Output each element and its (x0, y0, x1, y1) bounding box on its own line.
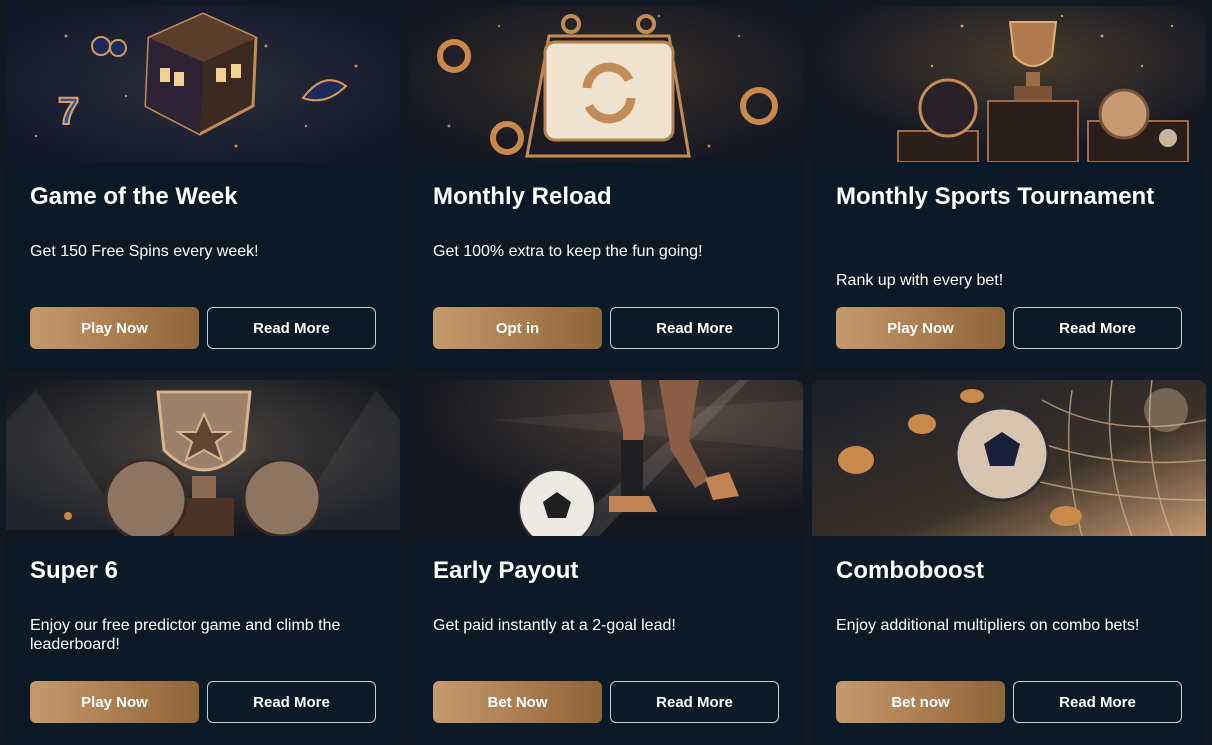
ball-net-coins-icon (812, 380, 1206, 536)
promo-card-comboboost: Comboboost Enjoy additional multipliers … (812, 380, 1206, 745)
card-title: Super 6 (30, 557, 119, 584)
read-more-button[interactable]: Read More (207, 307, 376, 349)
promo-card-monthly-sports-tournament: Monthly Sports Tournament Rank up with e… (812, 6, 1206, 371)
promo-card-early-payout: Early Payout Get paid instantly at a 2-g… (409, 380, 803, 745)
read-more-button[interactable]: Read More (610, 307, 779, 349)
play-now-button[interactable]: Play Now (836, 307, 1005, 349)
card-description: Get 100% extra to keep the fun going! (433, 243, 703, 260)
calendar-reload-icon (409, 6, 803, 162)
trophy-balls-icon (6, 380, 400, 536)
read-more-button[interactable]: Read More (610, 681, 779, 723)
card-description: Enjoy our free predictor game and climb … (30, 617, 341, 653)
card-title: Early Payout (433, 557, 579, 584)
svg-text:7: 7 (58, 91, 79, 133)
play-now-button[interactable]: Play Now (30, 307, 199, 349)
promo-card-game-of-the-week: 7 Game of the Week Get 150 Free Spins ev… (6, 6, 400, 371)
trophy-podium-icon (812, 6, 1206, 162)
card-description: Get 150 Free Spins every week! (30, 243, 259, 260)
football-kick-icon (409, 380, 803, 536)
bet-now-button[interactable]: Bet now (836, 681, 1005, 723)
promo-card-monthly-reload: Monthly Reload Get 100% extra to keep th… (409, 6, 803, 371)
promotions-grid: 7 Game of the Week Get 150 Free Spins ev… (0, 0, 1212, 745)
bet-now-button[interactable]: Bet Now (433, 681, 602, 723)
play-now-button[interactable]: Play Now (30, 681, 199, 723)
card-title: Comboboost (836, 557, 984, 584)
promo-card-super-6: Super 6 Enjoy our free predictor game an… (6, 380, 400, 745)
card-title: Game of the Week (30, 183, 238, 210)
slot-cube-icon: 7 (6, 6, 400, 162)
card-title: Monthly Reload (433, 183, 612, 210)
opt-in-button[interactable]: Opt in (433, 307, 602, 349)
read-more-button[interactable]: Read More (1013, 307, 1182, 349)
read-more-button[interactable]: Read More (1013, 681, 1182, 723)
card-description: Enjoy additional multipliers on combo be… (836, 617, 1140, 634)
read-more-button[interactable]: Read More (207, 681, 376, 723)
card-description: Get paid instantly at a 2-goal lead! (433, 617, 676, 634)
card-description: Rank up with every bet! (836, 272, 1004, 289)
card-title: Monthly Sports Tournament (836, 183, 1155, 210)
